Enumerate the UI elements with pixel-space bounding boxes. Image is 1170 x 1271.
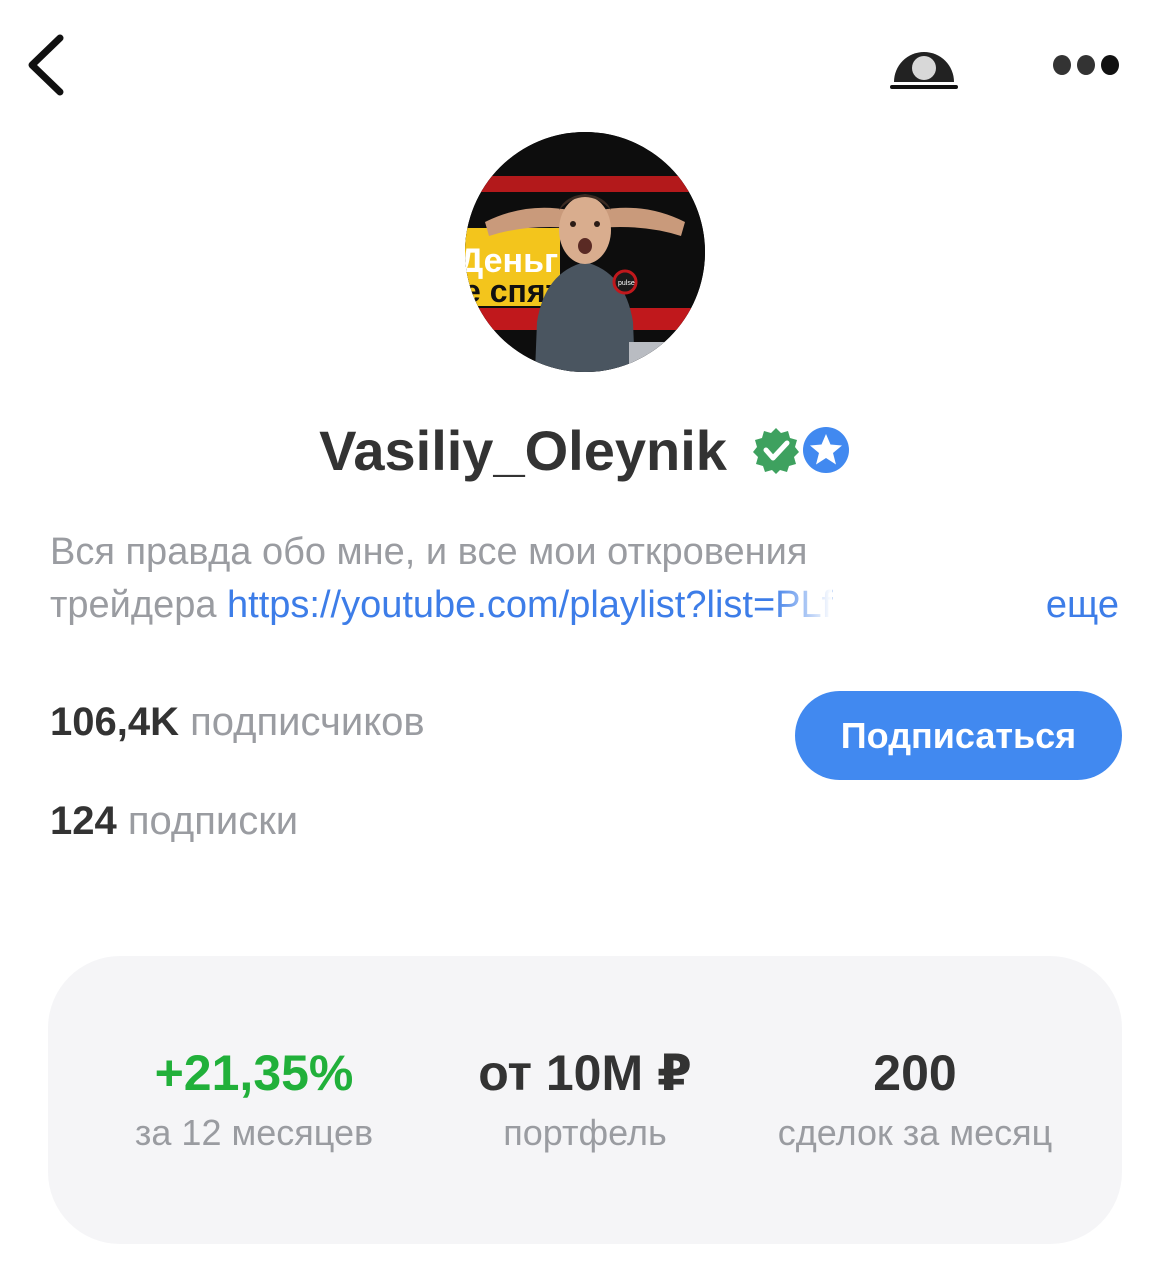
bio-fade [772,579,833,627]
bio-prefix: трейдера [50,584,228,626]
camera-button[interactable] [886,34,962,94]
following-label: подписки [116,799,299,843]
star-blue-badge-icon[interactable] [801,425,851,475]
bio: Вся правда обо мне, и все мои откровения… [50,526,1125,632]
more-options-button[interactable] [1048,48,1124,82]
username: Vasiliy_Oleynik [319,418,727,482]
subscribe-button[interactable]: Подписаться [795,691,1122,780]
followers-count: 106,4K [50,700,179,744]
following-count: 124 [50,799,117,843]
badges [751,425,851,475]
bio-more-link[interactable]: еще [1035,579,1119,632]
metric-yield[interactable]: +21,35% за 12 месяцев [104,1044,404,1154]
avatar[interactable]: Деньг е спят pulse [465,132,705,372]
following-stat[interactable]: 124 подписки [50,799,298,844]
metric-portfolio-label: портфель [503,1112,667,1153]
metric-deals[interactable]: 200 сделок за месяц [745,1044,1085,1154]
metric-yield-value: +21,35% [154,1045,354,1101]
verified-green-badge-icon[interactable] [751,425,801,475]
chevron-left-icon [28,34,64,96]
bio-line-2: трейдера https://youtube.com/playlist?li… [50,579,1125,632]
metric-portfolio-value: от 10M ₽ [478,1045,692,1101]
metric-yield-label: за 12 месяцев [134,1112,374,1153]
metrics-card: +21,35% за 12 месяцев от 10M ₽ портфель … [48,956,1122,1244]
avatar-image: Деньг е спят pulse [465,132,705,372]
camera-icon [890,52,958,89]
bio-link[interactable]: https://youtube.com/playlist?list=PLf [227,584,832,626]
followers-stat[interactable]: 106,4K подписчиков [50,700,425,745]
profile-name-row: Vasiliy_Oleynik [0,410,1170,490]
avatar-badge-text: pulse [618,280,635,287]
bio-line-1: Вся правда обо мне, и все мои откровения [50,531,808,573]
metric-deals-value: 200 [873,1045,957,1101]
followers-label: подписчиков [178,700,425,744]
metric-portfolio[interactable]: от 10M ₽ портфель [435,1044,735,1154]
metric-deals-label: сделок за месяц [777,1112,1053,1153]
more-dots-icon [1053,55,1119,75]
back-button[interactable] [22,30,78,100]
